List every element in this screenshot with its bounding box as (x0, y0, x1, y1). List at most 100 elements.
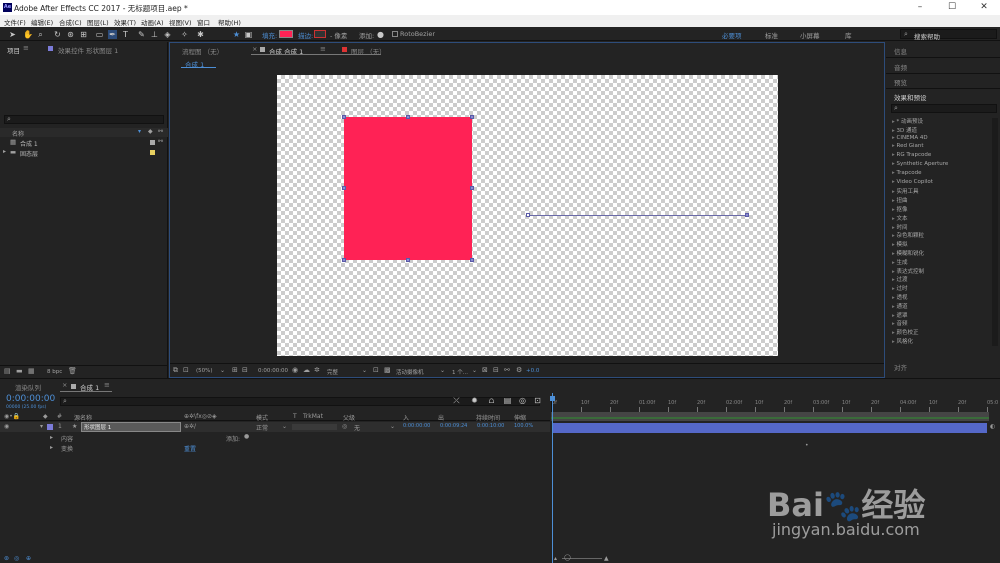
work-area-bar[interactable] (551, 412, 989, 421)
effects-category-item[interactable]: CINEMA 4D (892, 135, 928, 141)
effects-category-item[interactable]: * 动画预设 (892, 117, 924, 125)
workspace-standard[interactable]: 标准 (765, 30, 778, 40)
views-dropdown[interactable]: 1 个... (452, 368, 468, 376)
menu-file[interactable]: 文件(F) (4, 17, 26, 27)
column-stretch[interactable]: 伸缩 (514, 413, 526, 422)
layer-in-point[interactable]: 0:00:00:00 (403, 423, 430, 429)
frame-blending-icon[interactable]: ▤ (503, 396, 512, 405)
path-end-point[interactable] (745, 213, 749, 217)
transform-group[interactable]: 变换 (61, 444, 73, 453)
menu-animation[interactable]: 动画(A) (141, 17, 164, 27)
effects-category-item[interactable]: 过渡 (892, 275, 908, 283)
hand-tool-icon[interactable]: ✋ (23, 30, 33, 39)
transparency-grid-icon[interactable]: ▩ (384, 366, 391, 374)
chevron-right-icon[interactable]: ▸ (3, 148, 6, 155)
fast-preview-icon[interactable]: ⊠ (482, 366, 488, 374)
clone-stamp-tool-icon[interactable]: ⊥ (150, 30, 159, 39)
comp-flowchart-icon[interactable]: ⤫ (452, 396, 461, 405)
zoom-in-icon[interactable]: ▲ (604, 555, 609, 562)
path-start-point[interactable] (526, 213, 530, 217)
add-dropdown-icon[interactable]: ● (244, 433, 249, 440)
effects-category-item[interactable]: 音频 (892, 319, 908, 327)
color-channel-icon[interactable]: ✲ (314, 366, 320, 374)
motion-blur-icon[interactable]: ◎ (518, 396, 527, 405)
effects-category-item[interactable]: 风格化 (892, 337, 914, 345)
column-out[interactable]: 出 (438, 413, 444, 422)
column-parent[interactable]: 父级 (343, 413, 355, 422)
quality-dropdown[interactable]: 完整 (327, 368, 338, 376)
menu-view[interactable]: 视图(V) (169, 17, 192, 27)
reset-transform-link[interactable]: 重置 (184, 444, 196, 453)
visibility-icon[interactable]: ◉ (4, 423, 9, 430)
effects-category-item[interactable]: Synthetic Aperture (892, 161, 949, 167)
label-color-icon[interactable] (47, 424, 53, 430)
pan-behind-tool-icon[interactable]: ⊞ (79, 30, 88, 39)
bpc-label[interactable]: 8 bpc (47, 369, 62, 375)
eraser-tool-icon[interactable]: ◈ (163, 30, 172, 39)
fill-swatch[interactable] (279, 30, 293, 38)
label-column-icon[interactable]: ◆ (148, 128, 153, 135)
preview-panel-tab[interactable]: 预览 (894, 77, 907, 87)
current-time-indicator[interactable] (552, 393, 553, 563)
title-safe-icon[interactable]: ⊞ (232, 366, 238, 374)
grid-icon[interactable]: ⊟ (242, 366, 248, 374)
workspace-small-screen[interactable]: 小屏幕 (800, 30, 820, 40)
region-icon[interactable]: ⊡ (373, 366, 379, 374)
zoom-out-icon[interactable]: ▴ (554, 555, 557, 562)
new-composition-icon[interactable]: ▦ (28, 367, 35, 375)
column-number[interactable]: # (57, 413, 62, 420)
effects-category-item[interactable]: 颜色校正 (892, 328, 919, 336)
draft-3d-icon[interactable]: ✹ (470, 396, 479, 405)
contents-group[interactable]: 内容 (61, 434, 73, 443)
transfer-controls-icon[interactable]: ◎ (14, 555, 19, 562)
effects-category-item[interactable]: 抠像 (892, 205, 908, 213)
effects-category-item[interactable]: 遮罩 (892, 311, 908, 319)
effects-search-input[interactable]: ⌕ (891, 104, 997, 113)
trkmat-dropdown[interactable] (292, 424, 337, 430)
tab-project[interactable]: 项目 (7, 45, 20, 55)
fill-label[interactable]: 填充: (262, 30, 277, 40)
time-ruler[interactable]: 0f 10f 20f 01:00f 10f 20f 02:00f 10f 20f 03:00f 10… (551, 396, 1000, 412)
audio-panel-tab[interactable]: 音频 (894, 62, 907, 72)
vertex-handle[interactable] (342, 258, 346, 262)
add-menu-label[interactable]: 添加: (226, 434, 240, 443)
timeline-search-input[interactable]: ⌕ (60, 397, 540, 406)
layer-duration[interactable]: 0:00:10:00 (477, 423, 504, 429)
playhead-handle[interactable] (550, 396, 555, 401)
panel-menu-icon[interactable]: ≡ (23, 44, 29, 52)
type-column-icon[interactable]: ⚯ (158, 128, 163, 135)
effects-category-item[interactable]: 模糊和锐化 (892, 249, 925, 257)
shape-rectangle[interactable] (344, 117, 472, 260)
roto-brush-tool-icon[interactable]: ✧ (180, 30, 189, 39)
show-snapshot-icon[interactable]: ☁ (303, 366, 310, 374)
chevron-down-icon[interactable]: ⌄ (282, 423, 287, 430)
shy-layers-icon[interactable]: ◐ (990, 423, 995, 430)
new-folder-icon[interactable]: ▬ (16, 367, 23, 375)
tab-effect-controls[interactable]: 效果控件 形状图层 1 (58, 45, 118, 55)
column-source-name[interactable]: 源名称 (74, 413, 92, 422)
search-help-input[interactable]: ⌕ 搜索帮助 (900, 29, 997, 41)
layer-stretch[interactable]: 100.0% (514, 423, 533, 429)
effects-category-item[interactable]: 时间 (892, 223, 908, 231)
column-name[interactable]: 名称 (12, 129, 24, 138)
flowchart-icon[interactable]: ⚯ (504, 366, 510, 374)
chevron-down-icon[interactable]: ⌄ (440, 367, 445, 374)
render-icon[interactable]: ⊡ (183, 366, 189, 374)
info-panel-tab[interactable]: 信息 (894, 46, 907, 56)
pick-whip-icon[interactable]: ◎ (342, 423, 347, 430)
add-label[interactable]: 添加: (359, 30, 374, 40)
shy-icon[interactable]: ⩍ (487, 396, 496, 405)
effects-category-item[interactable]: RG Trapcode (892, 152, 932, 158)
close-icon[interactable]: × (62, 381, 67, 389)
rectangle-tool-icon[interactable]: ▭ (95, 30, 104, 39)
brush-tool-icon[interactable]: ✎ (137, 30, 146, 39)
effects-category-item[interactable]: 3D 通道 (892, 126, 917, 134)
rotate-tool-icon[interactable]: ↻ (53, 30, 62, 39)
tab-render-queue[interactable]: 渲染队列 (15, 382, 41, 392)
effects-category-item[interactable]: 扭曲 (892, 196, 908, 204)
effects-category-item[interactable]: 生成 (892, 258, 908, 266)
exposure-value[interactable]: +0.0 (526, 368, 539, 374)
workspace-library[interactable]: 库 (845, 30, 852, 40)
in-out-toggle-icon[interactable]: ⊕ (26, 555, 31, 562)
list-item[interactable]: ▦ 合成 1 ⚯ (0, 138, 168, 148)
